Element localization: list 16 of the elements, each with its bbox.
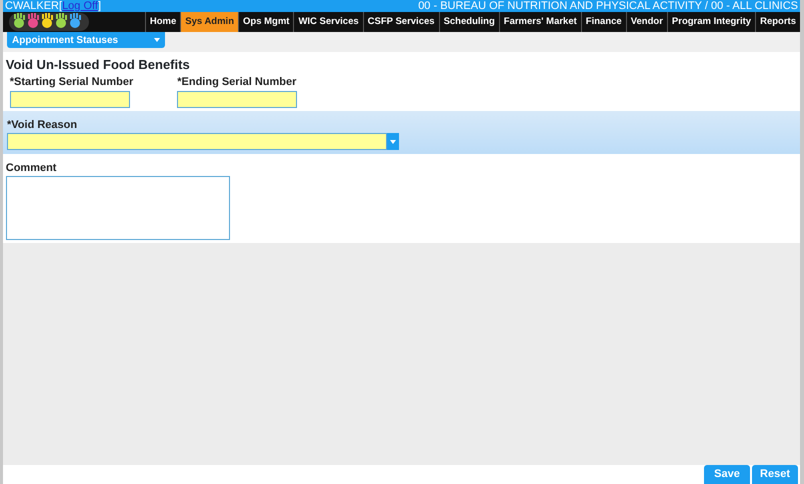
field-label: Comment <box>6 160 58 176</box>
ending-serial-field[interactable] <box>177 90 298 108</box>
caret-icon <box>390 140 396 144</box>
bracket-text: ] <box>98 0 102 12</box>
username: CWALKER <box>5 0 59 12</box>
field-label: *Void Reason <box>7 118 78 132</box>
comment-textarea[interactable] <box>6 176 230 240</box>
menu-tab[interactable]: Sys Admin <box>180 12 238 32</box>
agency-clinic-text: 00 - BUREAU OF NUTRITION AND PHYSICAL ACTIVITY / 00 - ALL CLINICS <box>418 0 798 12</box>
form-title: Void Un-Issued Food Benefits <box>6 56 191 74</box>
starting-serial-field[interactable] <box>10 90 130 108</box>
bracket-text: [ <box>59 0 62 12</box>
caret-icon <box>154 38 160 42</box>
field-label: *Starting Serial Number <box>10 75 134 90</box>
void-reason-dropdown[interactable] <box>7 133 399 150</box>
field-label: *Ending Serial Number <box>177 75 298 90</box>
